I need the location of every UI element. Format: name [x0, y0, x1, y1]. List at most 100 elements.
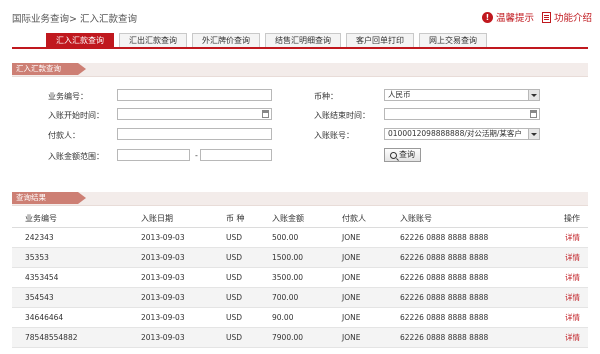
cell-biz-no: 242343 — [12, 227, 128, 248]
cell-biz-no: 78548554882 — [12, 327, 128, 348]
cell-payer: JONE — [329, 327, 387, 348]
account-label: 入账账号： — [314, 131, 354, 140]
query-form: 汇入汇款查询 业务编号： 币种： 人民币 入账开始时间： 入账结束时间： 付款人… — [12, 63, 588, 177]
calendar-icon[interactable] — [530, 110, 537, 118]
query-button-label: 查询 — [399, 150, 415, 159]
cell-amount: 1500.00 — [259, 247, 329, 268]
table-row: 4353454 2013-09-03 USD 3500.00 JONE 6222… — [12, 267, 588, 288]
form-section-title: 汇入汇款查询 — [12, 63, 86, 75]
tab-underline — [12, 47, 588, 49]
table-row: 354543 2013-09-03 USD 700.00 JONE 62226 … — [12, 287, 588, 308]
chevron-down-icon — [528, 129, 539, 139]
account-value: 0100012098888888/对公活期/某客户 — [388, 129, 522, 138]
currency-select[interactable]: 人民币 — [384, 89, 540, 101]
top-bar: 国际业务查询> 汇入汇款查询 ! 温馨提示 功能介绍 — [0, 0, 600, 34]
start-time-input[interactable] — [117, 108, 272, 120]
amount-separator: - — [195, 151, 198, 160]
search-icon — [390, 151, 397, 159]
cell-account: 62226 0888 8888 8888 — [387, 247, 550, 268]
biz-no-input[interactable] — [117, 89, 272, 101]
chevron-down-icon — [528, 90, 539, 100]
function-intro-label: 功能介绍 — [553, 13, 592, 24]
currency-value: 人民币 — [388, 90, 411, 99]
detail-link[interactable]: 详情 — [550, 327, 588, 348]
cell-payer: JONE — [329, 267, 387, 288]
amount-min-input[interactable] — [117, 149, 190, 161]
cell-currency: USD — [213, 247, 259, 268]
document-icon — [541, 11, 551, 23]
account-select[interactable]: 0100012098888888/对公活期/某客户 — [384, 128, 540, 140]
cell-account: 62226 0888 8888 8888 — [387, 327, 550, 348]
table-header-row: 业务编号 入账日期 币 种 入账金额 付款人 入账账号 操作 — [12, 210, 588, 228]
col-currency: 币 种 — [213, 210, 259, 228]
results-section: 查询结果 业务编号 入账日期 币 种 入账金额 付款人 入账账号 操作 2423… — [12, 192, 588, 354]
payer-label: 付款人： — [48, 131, 80, 140]
cell-biz-no: 354543 — [12, 287, 128, 308]
cell-date: 2013-09-03 — [128, 307, 213, 328]
cell-date: 2013-09-03 — [128, 327, 213, 348]
cell-biz-no: 34646464 — [12, 307, 128, 328]
calendar-icon[interactable] — [262, 110, 269, 118]
table-row: 242343 2013-09-03 USD 500.00 JONE 62226 … — [12, 227, 588, 248]
end-time-label: 入账结束时间： — [314, 111, 370, 120]
top-links: ! 温馨提示 功能介绍 — [481, 10, 592, 24]
col-account: 入账账号 — [387, 210, 550, 228]
payer-input[interactable] — [117, 128, 272, 140]
table-row: 35353 2013-09-03 USD 1500.00 JONE 62226 … — [12, 247, 588, 268]
form-section-bar: 汇入汇款查询 — [12, 63, 588, 77]
results-table: 业务编号 入账日期 币 种 入账金额 付款人 入账账号 操作 242343 20… — [12, 210, 588, 348]
tab-fx-settlement[interactable]: 结售汇明细查询 — [265, 33, 341, 48]
cell-date: 2013-09-03 — [128, 267, 213, 288]
cell-amount: 90.00 — [259, 307, 329, 328]
results-section-title: 查询结果 — [12, 192, 86, 204]
col-amount: 入账金额 — [259, 210, 329, 228]
cell-currency: USD — [213, 227, 259, 248]
detail-link[interactable]: 详情 — [550, 267, 588, 288]
col-payer: 付款人 — [329, 210, 387, 228]
cell-account: 62226 0888 8888 8888 — [387, 267, 550, 288]
cell-date: 2013-09-03 — [128, 247, 213, 268]
tab-inward-remittance[interactable]: 汇入汇款查询 — [46, 33, 114, 48]
col-date: 入账日期 — [128, 210, 213, 228]
cell-biz-no: 35353 — [12, 247, 128, 268]
results-section-bar: 查询结果 — [12, 192, 588, 206]
tab-fx-rates[interactable]: 外汇牌价查询 — [192, 33, 260, 48]
cell-account: 62226 0888 8888 8888 — [387, 307, 550, 328]
tab-outward-remittance[interactable]: 汇出汇款查询 — [119, 33, 187, 48]
cell-biz-no: 4353454 — [12, 267, 128, 288]
cell-payer: JONE — [329, 287, 387, 308]
end-time-input[interactable] — [384, 108, 540, 120]
detail-link[interactable]: 详情 — [550, 307, 588, 328]
cell-date: 2013-09-03 — [128, 227, 213, 248]
tips-link[interactable]: ! 温馨提示 — [481, 10, 534, 24]
tab-online-trade[interactable]: 网上交易查询 — [419, 33, 487, 48]
breadcrumb: 国际业务查询> 汇入汇款查询 — [12, 14, 137, 25]
cell-currency: USD — [213, 307, 259, 328]
query-button[interactable]: 查询 — [384, 148, 421, 162]
cell-amount: 700.00 — [259, 287, 329, 308]
tips-label: 温馨提示 — [495, 13, 534, 24]
biz-no-label: 业务编号： — [48, 92, 88, 101]
detail-link[interactable]: 详情 — [550, 247, 588, 268]
amount-range-label: 入账金额范围： — [48, 152, 104, 161]
info-icon: ! — [481, 11, 493, 23]
table-row: 34646464 2013-09-03 USD 90.00 JONE 62226… — [12, 307, 588, 328]
detail-link[interactable]: 详情 — [550, 227, 588, 248]
amount-max-input[interactable] — [200, 149, 272, 161]
cell-date: 2013-09-03 — [128, 287, 213, 308]
table-row: 78548554882 2013-09-03 USD 7900.00 JONE … — [12, 327, 588, 348]
col-action: 操作 — [550, 210, 588, 228]
tab-receipt-print[interactable]: 客户回单打印 — [346, 33, 414, 48]
cell-account: 62226 0888 8888 8888 — [387, 227, 550, 248]
cell-amount: 500.00 — [259, 227, 329, 248]
cell-payer: JONE — [329, 307, 387, 328]
start-time-label: 入账开始时间： — [48, 111, 104, 120]
cell-payer: JONE — [329, 247, 387, 268]
detail-link[interactable]: 详情 — [550, 287, 588, 308]
cell-account: 62226 0888 8888 8888 — [387, 287, 550, 308]
function-intro-link[interactable]: 功能介绍 — [541, 10, 592, 24]
cell-amount: 3500.00 — [259, 267, 329, 288]
cell-currency: USD — [213, 327, 259, 348]
currency-label: 币种： — [314, 92, 338, 101]
cell-amount: 7900.00 — [259, 327, 329, 348]
